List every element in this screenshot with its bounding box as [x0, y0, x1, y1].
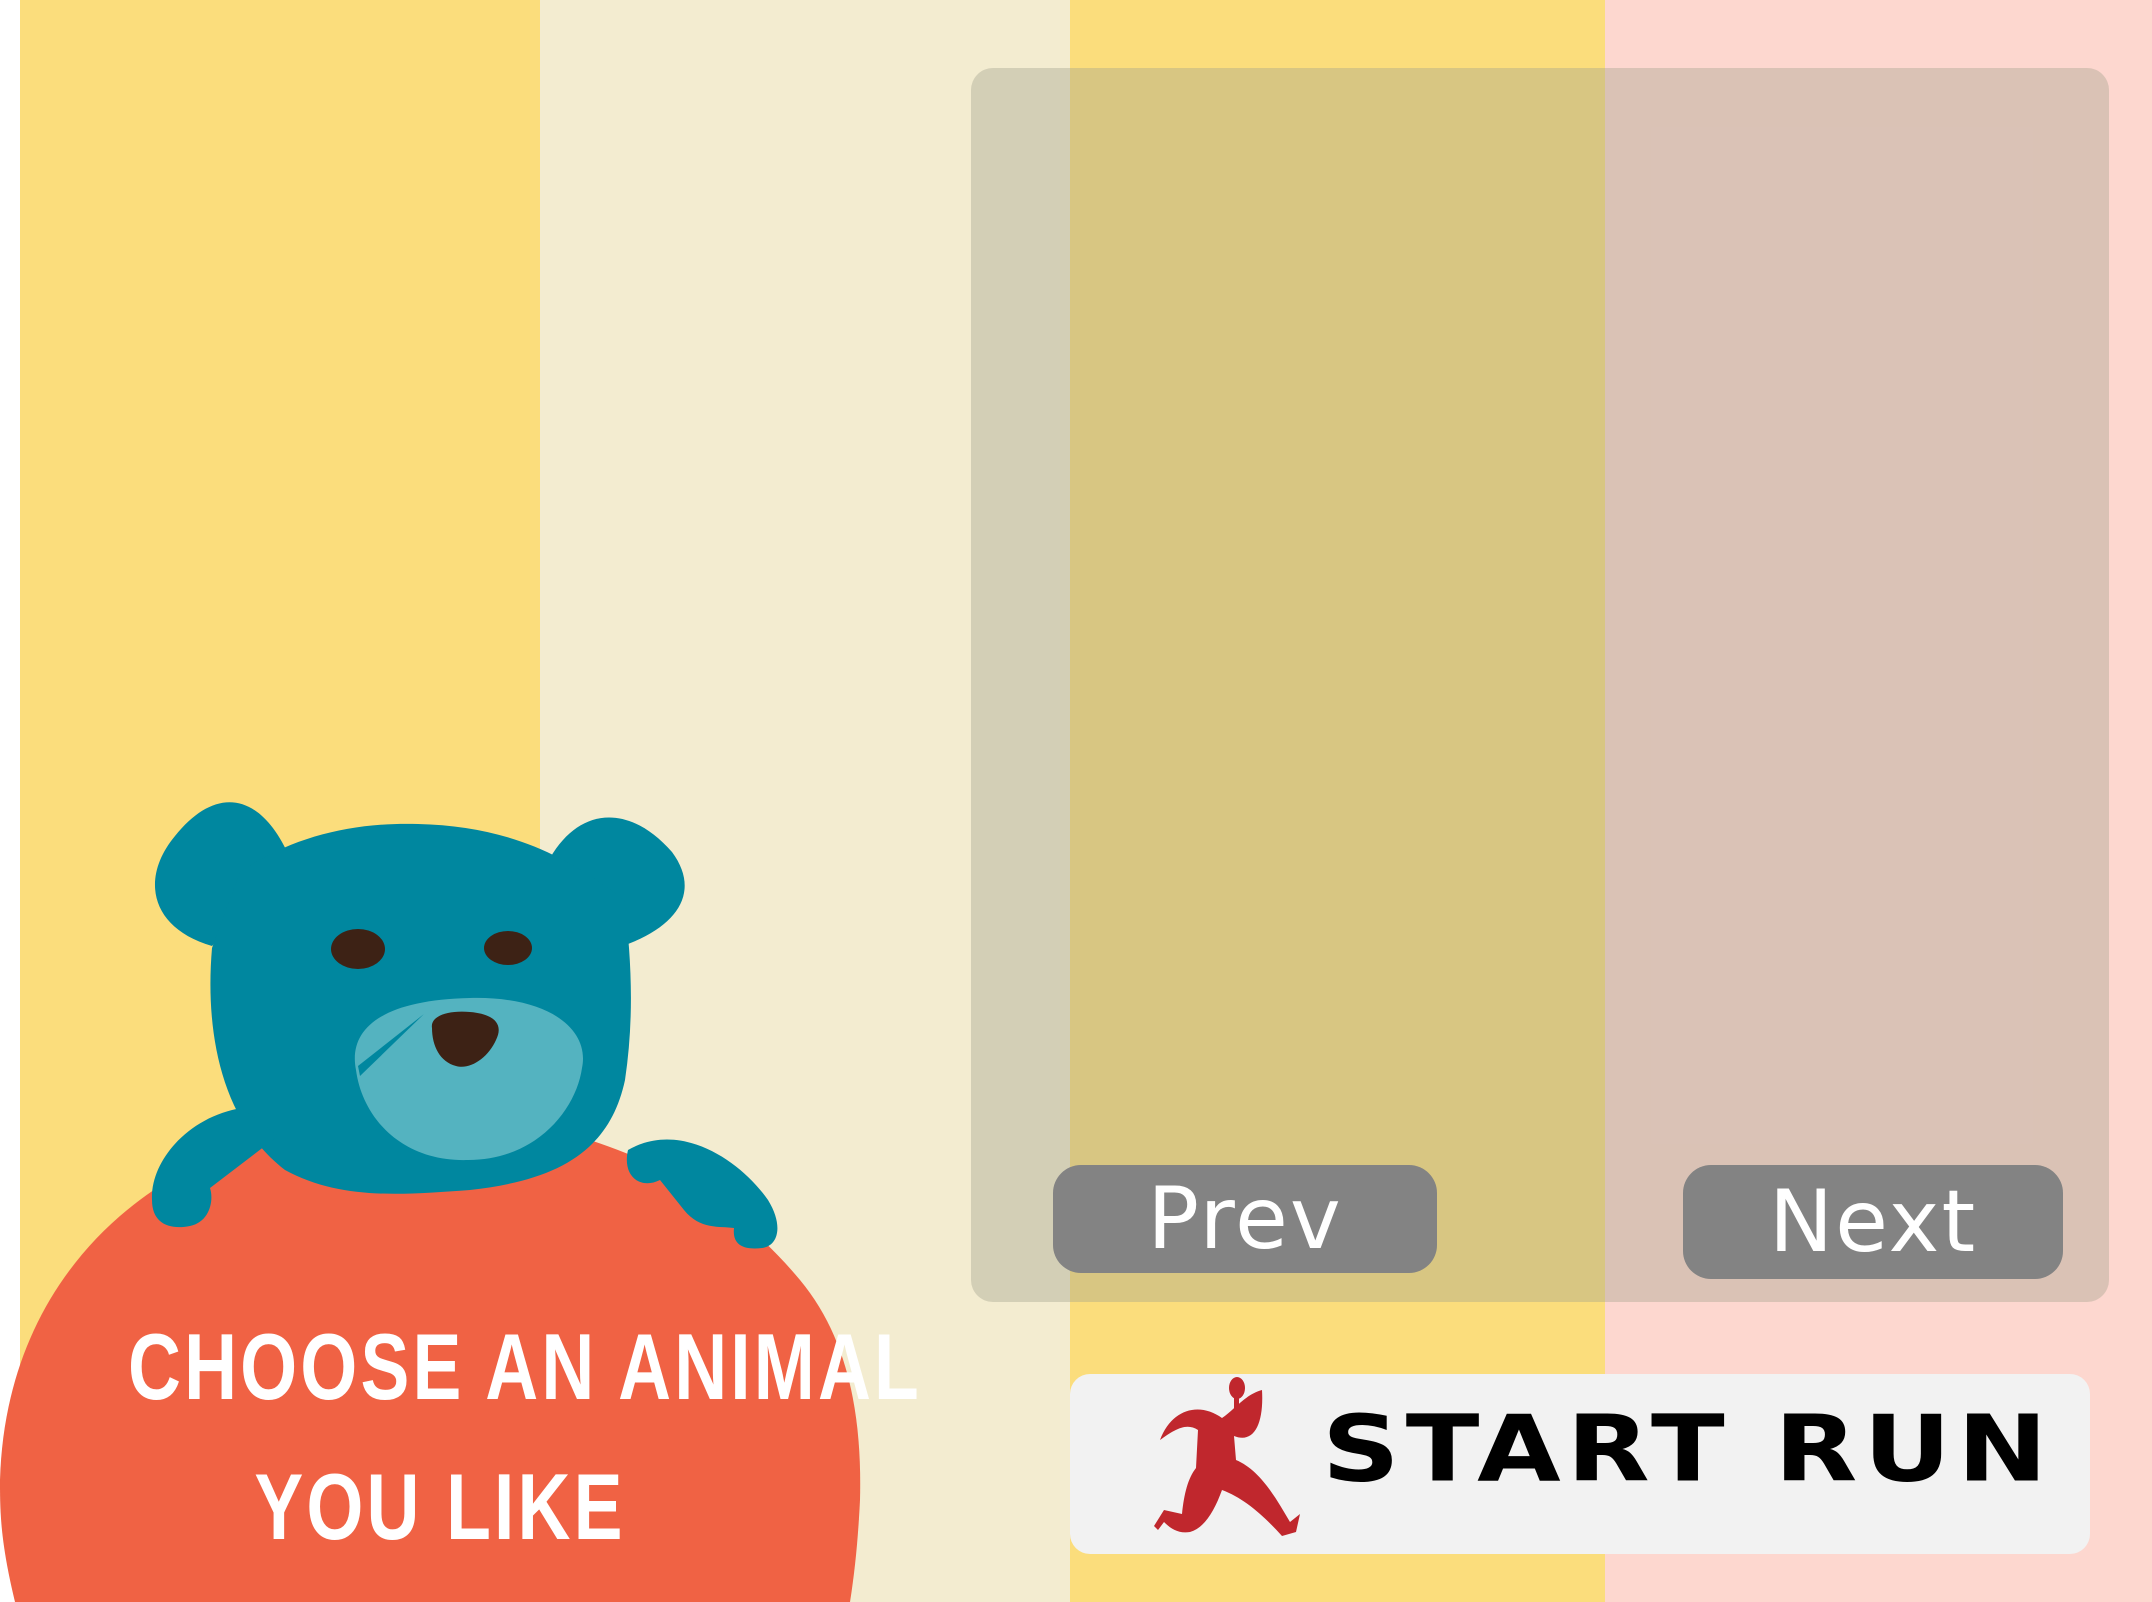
prompt-line-2: YOU LIKE	[254, 1454, 626, 1559]
bear-left-eye	[331, 929, 385, 969]
next-button[interactable]: Next	[1683, 1165, 2063, 1279]
start-run-label: START RUN	[1322, 1396, 2054, 1503]
bear-right-eye	[484, 931, 532, 965]
animal-selector-panel	[971, 68, 2109, 1302]
prompt-line-1: CHOOSE AN ANIMAL	[128, 1314, 922, 1419]
runner-icon	[1154, 1377, 1300, 1536]
prev-button[interactable]: Prev	[1053, 1165, 1437, 1273]
start-run-button[interactable]: START RUN	[1070, 1374, 2090, 1554]
